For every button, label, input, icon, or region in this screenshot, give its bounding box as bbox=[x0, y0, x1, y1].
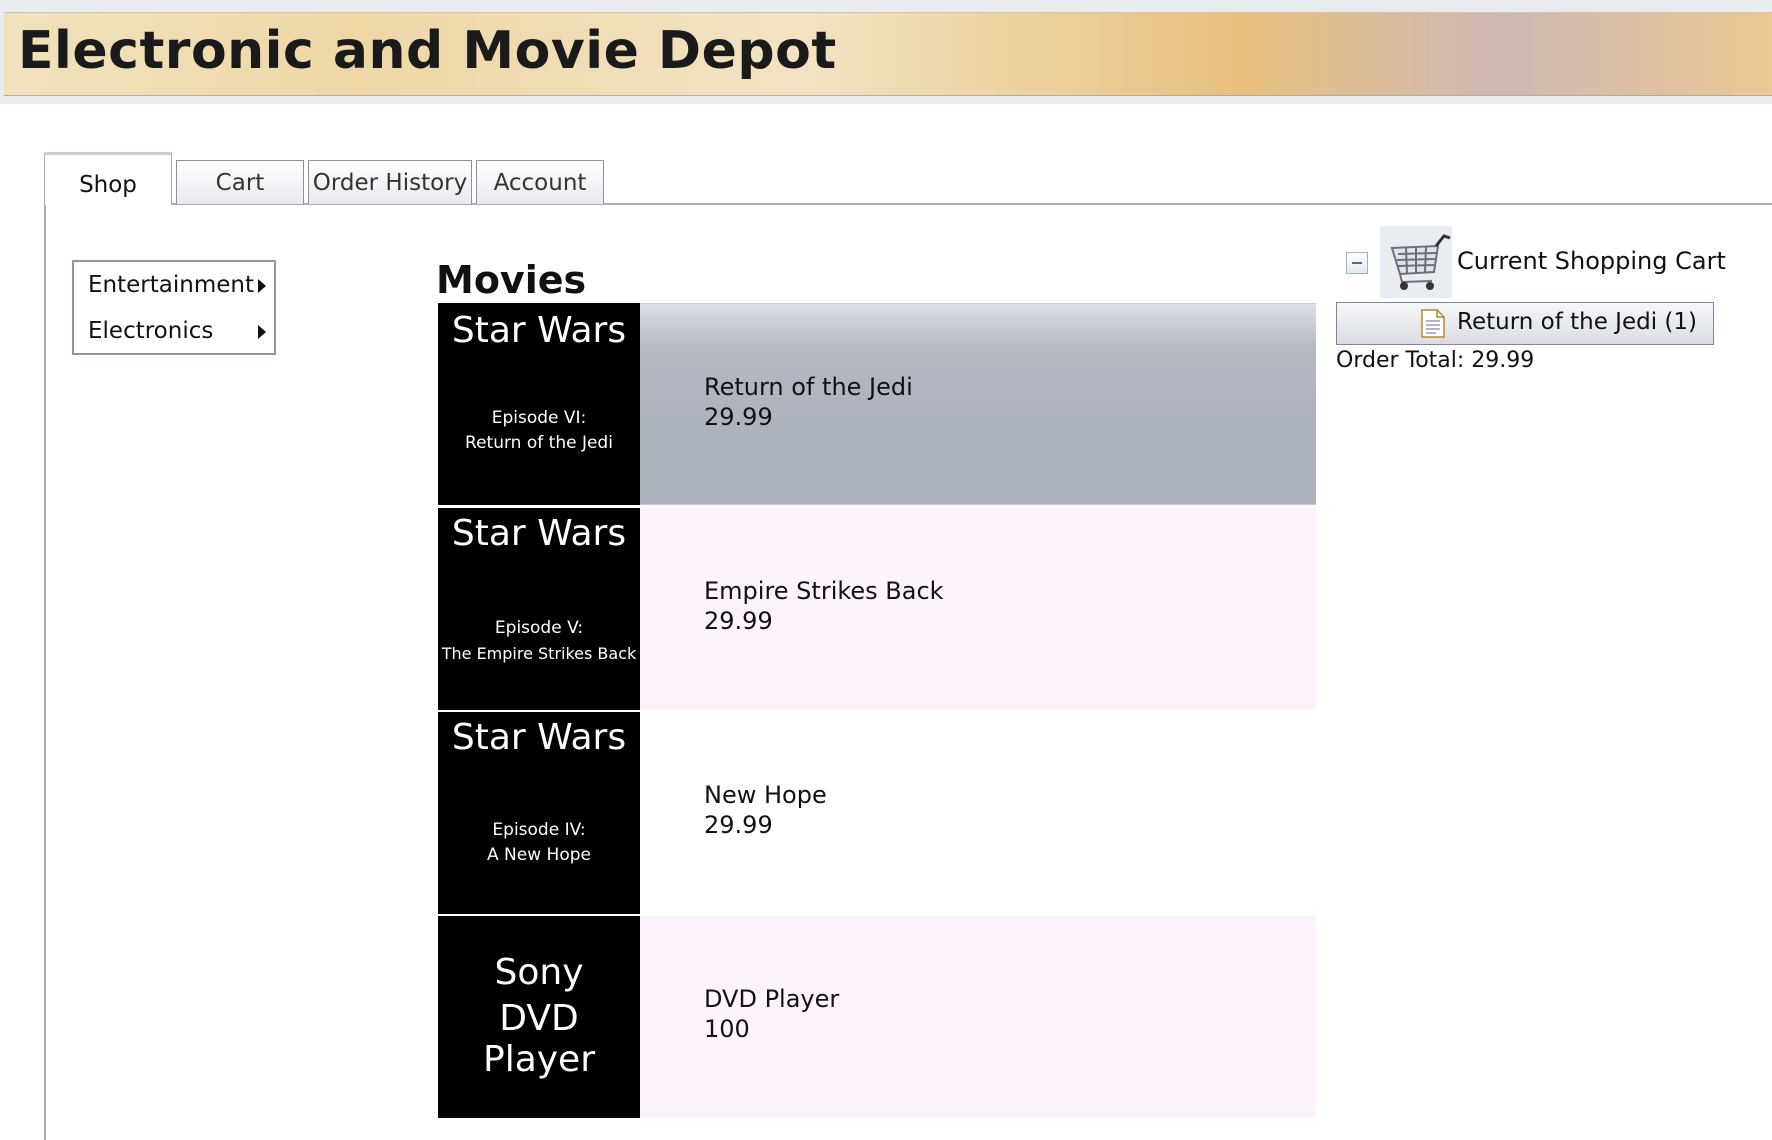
tab-cart[interactable]: Cart bbox=[176, 160, 304, 204]
product-thumbnail: Star Wars Episode IV: A New Hope bbox=[438, 712, 640, 914]
tab-order-history[interactable]: Order History bbox=[308, 160, 472, 204]
site-banner: Electronic and Movie Depot bbox=[4, 12, 1772, 96]
product-info: Return of the Jedi 29.99 bbox=[640, 303, 1316, 505]
product-price: 29.99 bbox=[704, 403, 773, 431]
thumbnail-line: DVD Player bbox=[482, 998, 596, 1080]
product-price: 29.99 bbox=[704, 607, 773, 635]
product-row[interactable]: Star Wars Episode VI: Return of the Jedi… bbox=[438, 303, 1316, 505]
collapse-minus-icon[interactable] bbox=[1346, 252, 1368, 274]
menu-item-entertainment[interactable]: Entertainment bbox=[74, 262, 274, 307]
thumbnail-line: Sony bbox=[494, 952, 584, 993]
document-icon bbox=[1421, 309, 1445, 338]
thumbnail-line: The Empire Strikes Back bbox=[441, 644, 637, 663]
thumbnail-line: Episode IV: bbox=[492, 820, 586, 840]
thumbnail-title: Star Wars bbox=[451, 310, 627, 351]
product-info: DVD Player 100 bbox=[640, 916, 1316, 1118]
product-thumbnail: Star Wars Episode V: The Empire Strikes … bbox=[438, 508, 640, 710]
thumbnail-line: Return of the Jedi bbox=[465, 433, 613, 453]
product-name: Empire Strikes Back bbox=[704, 577, 944, 605]
menu-item-electronics[interactable]: Electronics bbox=[74, 307, 274, 353]
shopping-cart-icon bbox=[1380, 226, 1452, 298]
tab-account[interactable]: Account bbox=[476, 160, 604, 204]
tab-shop[interactable]: Shop bbox=[44, 152, 172, 205]
thumbnail-line: A New Hope bbox=[487, 845, 591, 865]
caret-right-icon bbox=[258, 325, 266, 339]
product-price: 29.99 bbox=[704, 811, 773, 839]
product-thumbnail: Sony DVD Player bbox=[438, 916, 640, 1118]
product-row[interactable]: Sony DVD Player DVD Player 100 bbox=[438, 916, 1316, 1118]
cart-title: Current Shopping Cart bbox=[1457, 247, 1726, 275]
section-title: Movies bbox=[436, 258, 587, 302]
caret-right-icon bbox=[258, 279, 266, 293]
category-menu: Entertainment Electronics bbox=[72, 260, 276, 355]
product-price: 100 bbox=[704, 1015, 750, 1043]
thumbnail-title: Star Wars bbox=[451, 717, 627, 758]
cart-item-label: Return of the Jedi (1) bbox=[1457, 309, 1697, 335]
product-name: New Hope bbox=[704, 781, 827, 809]
menu-item-label: Entertainment bbox=[88, 272, 254, 298]
product-info: New Hope 29.99 bbox=[640, 712, 1316, 914]
product-name: DVD Player bbox=[704, 985, 840, 1013]
product-row[interactable]: Star Wars Episode V: The Empire Strikes … bbox=[438, 508, 1316, 710]
product-row[interactable]: Star Wars Episode IV: A New Hope New Hop… bbox=[438, 712, 1316, 914]
order-total: Order Total: 29.99 bbox=[1336, 348, 1535, 373]
thumbnail-line: Episode V: bbox=[494, 618, 584, 638]
site-title: Electronic and Movie Depot bbox=[18, 21, 837, 81]
thumbnail-line: Episode VI: bbox=[491, 408, 587, 428]
product-thumbnail: Star Wars Episode VI: Return of the Jedi bbox=[438, 303, 640, 505]
product-name: Return of the Jedi bbox=[704, 373, 913, 401]
cart-item[interactable]: Return of the Jedi (1) bbox=[1336, 302, 1714, 345]
menu-item-label: Electronics bbox=[88, 318, 214, 344]
product-info: Empire Strikes Back 29.99 bbox=[640, 508, 1316, 710]
thumbnail-title: Star Wars bbox=[451, 513, 627, 554]
